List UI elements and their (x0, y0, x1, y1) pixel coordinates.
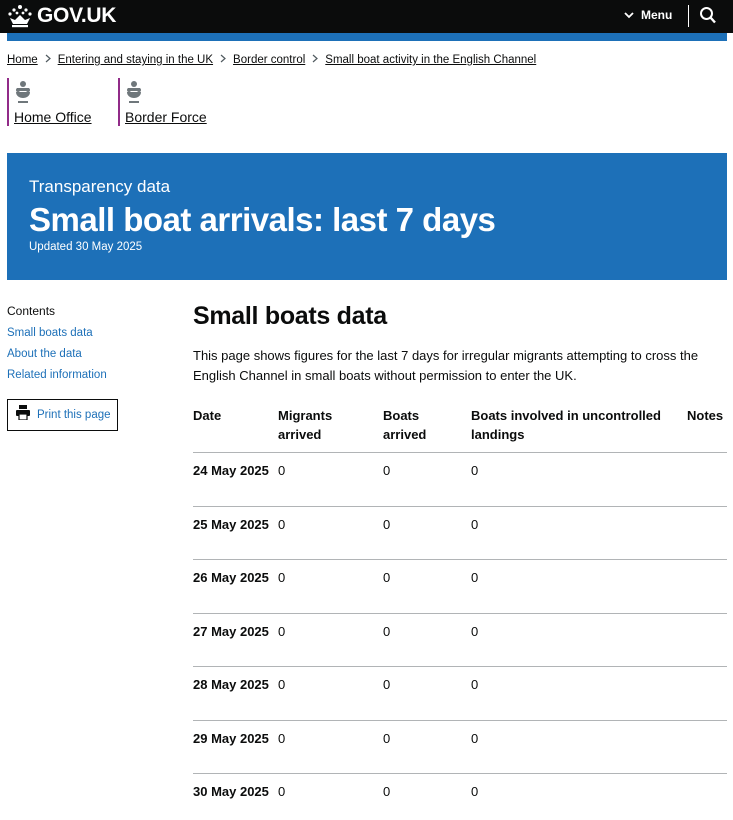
table-header-date: Date (193, 408, 222, 423)
cell-boats: 0 (383, 517, 391, 532)
contents-link-about-the-data[interactable]: About the data (7, 348, 82, 360)
breadcrumb-small-boat-activity[interactable]: Small boat activity in the English Chann… (325, 54, 536, 66)
breadcrumb-entering-staying[interactable]: Entering and staying in the UK (58, 54, 213, 66)
cell-boats: 0 (383, 677, 391, 692)
breadcrumb: Home Entering and staying in the UK Bord… (7, 54, 536, 66)
org-border-force-link[interactable]: Border Force (125, 109, 207, 125)
cell-uncontrolled: 0 (471, 731, 479, 746)
print-button[interactable]: Print this page (7, 399, 118, 431)
cell-migrants: 0 (278, 624, 286, 639)
chevron-right-icon (312, 54, 319, 66)
org-home-office-link[interactable]: Home Office (14, 109, 92, 125)
updated-date: Updated 30 May 2025 (29, 241, 143, 253)
cell-boats: 0 (383, 784, 391, 799)
cell-uncontrolled: 0 (471, 784, 479, 799)
cell-uncontrolled: 0 (471, 463, 479, 478)
menu-button[interactable]: Menu (624, 8, 672, 22)
cell-date: 27 May 2025 (193, 624, 269, 639)
breadcrumb-border-control[interactable]: Border control (233, 54, 305, 66)
cell-boats: 0 (383, 463, 391, 478)
chevron-down-icon (624, 8, 634, 22)
royal-crest-icon (14, 80, 32, 111)
cell-date: 26 May 2025 (193, 570, 269, 585)
cell-date: 28 May 2025 (193, 677, 269, 692)
cell-migrants: 0 (278, 570, 286, 585)
cell-migrants: 0 (278, 463, 286, 478)
govuk-logo-link[interactable]: GOV.UK (7, 4, 116, 28)
table-row: 24 May 2025 0 0 0 (193, 452, 727, 506)
logo-text: GOV.UK (37, 4, 117, 27)
cell-date: 30 May 2025 (193, 784, 269, 799)
table-header-uncontrolled: Boats involved in uncontrolled landings (471, 408, 661, 442)
cell-migrants: 0 (278, 677, 286, 692)
cell-migrants: 0 (278, 784, 286, 799)
table-row: 27 May 2025 0 0 0 (193, 613, 727, 666)
cell-date: 24 May 2025 (193, 463, 269, 478)
chevron-right-icon (45, 54, 51, 66)
cell-uncontrolled: 0 (471, 570, 479, 585)
table-header-boats: Boats arrived (383, 408, 427, 442)
cell-boats: 0 (383, 624, 391, 639)
cell-migrants: 0 (278, 517, 286, 532)
search-icon (699, 7, 717, 30)
site-header: GOV.UK Menu (0, 0, 733, 33)
cell-boats: 0 (383, 570, 391, 585)
table-row: 30 May 2025 0 0 0 (193, 773, 727, 820)
intro-text: This page shows figures for the last 7 d… (193, 348, 699, 383)
crown-icon (7, 4, 33, 28)
cell-uncontrolled: 0 (471, 517, 479, 532)
cell-uncontrolled: 0 (471, 624, 479, 639)
title-banner: Transparency data Small boat arrivals: l… (7, 153, 727, 280)
org-home-office: Home Office (7, 78, 102, 126)
table-header-migrants: Migrants arrived (278, 408, 333, 442)
chevron-right-icon (220, 54, 226, 66)
cell-migrants: 0 (278, 731, 286, 746)
printer-icon (16, 405, 30, 425)
contents-link-related-information[interactable]: Related information (7, 369, 107, 381)
contents-heading: Contents (7, 304, 56, 318)
search-button[interactable] (699, 6, 717, 31)
contents-link-small-boats-data[interactable]: Small boats data (7, 327, 93, 339)
cell-boats: 0 (383, 731, 391, 746)
print-label: Print this page (37, 409, 111, 421)
page-title: Small boat arrivals: last 7 days (29, 201, 496, 238)
table-row: 29 May 2025 0 0 0 (193, 720, 727, 773)
table-row: 25 May 2025 0 0 0 (193, 506, 727, 559)
header-blue-bar (7, 33, 727, 41)
table-row: 26 May 2025 0 0 0 (193, 559, 727, 613)
royal-crest-icon (125, 80, 143, 111)
section-title: Small boats data (193, 302, 387, 330)
cell-date: 29 May 2025 (193, 731, 269, 746)
org-border-force: Border Force (118, 78, 218, 126)
cell-uncontrolled: 0 (471, 677, 479, 692)
cell-date: 25 May 2025 (193, 517, 269, 532)
document-type: Transparency data (29, 177, 171, 196)
menu-label: Menu (641, 8, 673, 22)
table-row: 28 May 2025 0 0 0 (193, 666, 727, 720)
table-header-notes: Notes (687, 408, 724, 423)
breadcrumb-home[interactable]: Home (7, 54, 38, 66)
header-divider (688, 5, 689, 27)
